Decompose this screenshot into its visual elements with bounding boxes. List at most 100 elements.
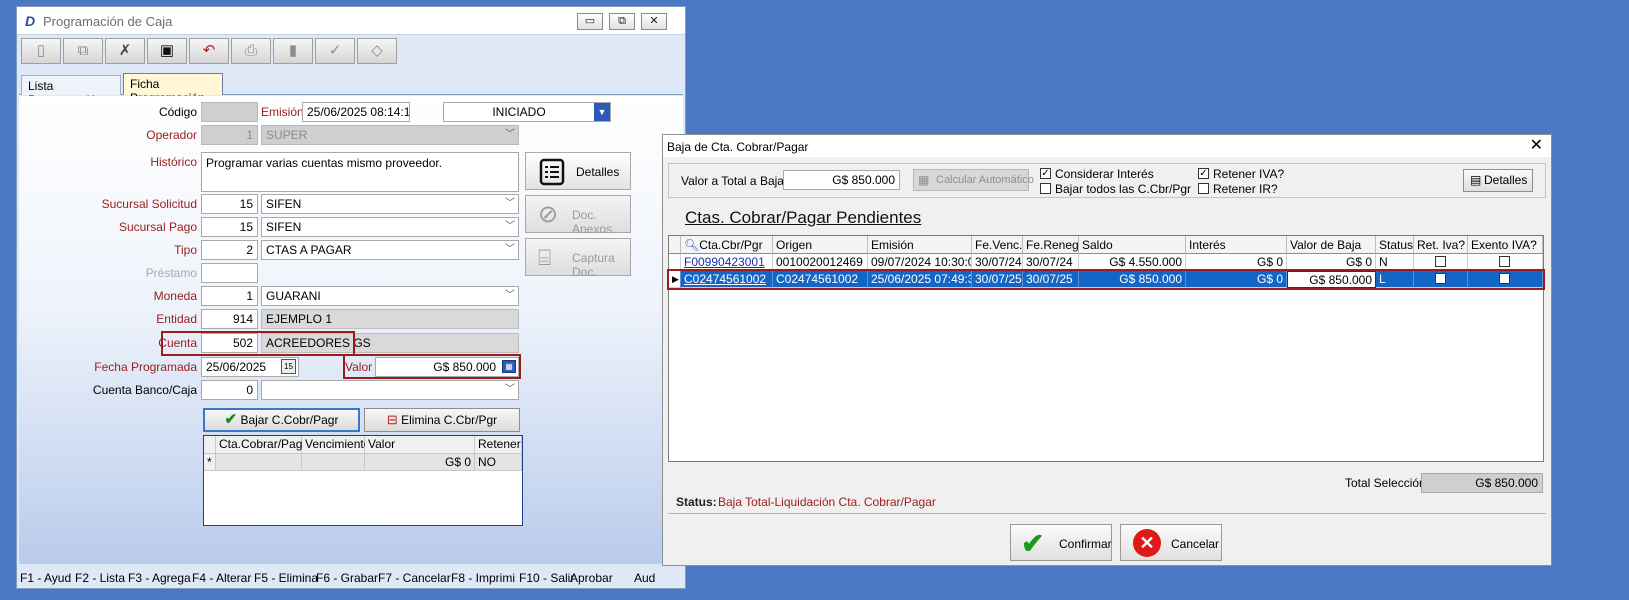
fkey-f3[interactable]: F3 - Agrega bbox=[128, 571, 191, 585]
chevron-down-icon[interactable]: ▼ bbox=[594, 103, 610, 121]
cuenta-banco-select[interactable]: ﹀ bbox=[261, 380, 519, 400]
col-vencimiento[interactable]: Vencimiento bbox=[302, 436, 370, 454]
new-icon[interactable]: ▯ bbox=[21, 38, 61, 64]
doc-anexos-button[interactable]: ⊘ Doc. Anexos bbox=[525, 195, 631, 236]
operador-name-select[interactable]: SUPER ﹀ bbox=[261, 125, 519, 145]
detalles-dialog-button[interactable]: ▤ Detalles bbox=[1463, 169, 1533, 192]
col-ret-iva[interactable]: Ret. Iva? bbox=[1414, 236, 1468, 254]
detalles-button[interactable]: Detalles bbox=[525, 152, 631, 190]
prestamo-field[interactable] bbox=[201, 263, 258, 283]
estado-select[interactable]: INICIADO ▼ bbox=[443, 102, 611, 122]
fkey-f2[interactable]: F2 - Lista bbox=[75, 571, 125, 585]
close-button[interactable]: ✕ bbox=[641, 13, 667, 30]
bajar-button[interactable]: ✔ Bajar C.Cobr/Pagr bbox=[203, 408, 360, 432]
sucursal-solicitud-select[interactable]: SIFEN ﹀ bbox=[261, 194, 519, 214]
col-valor[interactable]: Valor bbox=[365, 436, 475, 454]
calendar-icon[interactable]: 15 bbox=[281, 359, 296, 374]
restore-button[interactable]: ⧉ bbox=[609, 13, 635, 30]
moneda-select[interactable]: GUARANI ﹀ bbox=[261, 286, 519, 306]
bajar-label: Bajar C.Cobr/Pagr bbox=[240, 413, 339, 427]
undo-icon[interactable]: ↶ bbox=[189, 38, 229, 64]
pendientes-grid: 🔍︎Cta.Cbr/Pgr Origen Emisión Fe.Venc. Fe… bbox=[667, 235, 1545, 462]
confirmar-button[interactable]: ✔ Confirmar bbox=[1010, 524, 1112, 561]
sucursal-pago-label: Sucursal Pago bbox=[118, 220, 197, 234]
cuenta-highlight bbox=[161, 331, 355, 356]
col-emision[interactable]: Emisión bbox=[868, 236, 972, 254]
col-cta[interactable]: Cta.Cobrar/Pagar bbox=[216, 436, 313, 454]
fkey-f6[interactable]: F6 - Grabar bbox=[316, 571, 378, 585]
fkey-f10[interactable]: F10 - Salir bbox=[519, 571, 574, 585]
captura-doc-label: Captura Doc. bbox=[572, 251, 615, 279]
exento-iva-checkbox[interactable] bbox=[1499, 256, 1510, 267]
sucursal-pago-id[interactable]: 15 bbox=[201, 217, 258, 237]
cuenta-banco-id[interactable]: 0 bbox=[201, 380, 258, 400]
print-icon[interactable]: ⎙ bbox=[231, 38, 271, 64]
col-fe-venc[interactable]: Fe.Venc. bbox=[972, 236, 1023, 254]
window-titlebar[interactable]: D Programación de Caja ▭ ⧉ ✕ bbox=[17, 7, 685, 35]
sucursal-pago-select[interactable]: SIFEN ﹀ bbox=[261, 217, 519, 237]
valor-total-field[interactable]: G$ 850.000 bbox=[783, 170, 900, 190]
entidad-name: EJEMPLO 1 bbox=[261, 309, 519, 329]
estado-value: INICIADO bbox=[492, 105, 546, 119]
bajar-todos-checkbox[interactable] bbox=[1040, 183, 1051, 194]
options-panel: Valor a Total a Bajar G$ 850.000 ▦ Calcu… bbox=[668, 163, 1546, 198]
new-row-valor[interactable]: G$ 0 bbox=[365, 454, 475, 471]
codigo-field[interactable] bbox=[201, 102, 258, 122]
fkey-f7[interactable]: F7 - Cancelar bbox=[378, 571, 451, 585]
tab-ficha-programacion[interactable]: Ficha Programación bbox=[123, 73, 223, 105]
new-row-retener[interactable]: NO bbox=[475, 454, 522, 471]
ret-iva-checkbox[interactable] bbox=[1435, 256, 1446, 267]
clear-icon[interactable]: ◇ bbox=[357, 38, 397, 64]
save-icon[interactable]: ▣ bbox=[147, 38, 187, 64]
fkey-aprobar[interactable]: Aprobar bbox=[570, 571, 613, 585]
chevron-down-icon: ﹀ bbox=[505, 221, 515, 232]
export-icon[interactable]: ▮ bbox=[273, 38, 313, 64]
emision-field[interactable]: 25/06/2025 08:14:18 bbox=[302, 102, 410, 122]
bajar-todos-label: Bajar todos las C.Cbr/Pgr bbox=[1055, 182, 1192, 196]
fecha-programada-field[interactable]: 25/06/2025 15 bbox=[201, 357, 299, 377]
historico-textarea[interactable]: Programar varias cuentas mismo proveedor… bbox=[201, 152, 519, 192]
operador-name: SUPER bbox=[266, 128, 308, 142]
operador-id-field[interactable]: 1 bbox=[201, 125, 258, 145]
copy-icon[interactable]: ⧉ bbox=[63, 38, 103, 64]
chevron-down-icon: ﹀ bbox=[505, 290, 515, 301]
close-icon[interactable]: ✕ bbox=[1530, 135, 1543, 155]
doc-anexos-label: Doc. Anexos bbox=[572, 208, 613, 236]
fkey-aud[interactable]: Aud bbox=[634, 571, 655, 585]
moneda-id[interactable]: 1 bbox=[201, 286, 258, 306]
considerar-interes-checkbox[interactable]: ✓ bbox=[1040, 168, 1051, 179]
fkey-f1[interactable]: F1 - Ayud bbox=[20, 571, 71, 585]
tipo-select[interactable]: CTAS A PAGAR ﹀ bbox=[261, 240, 519, 260]
col-interes[interactable]: Interés bbox=[1186, 236, 1287, 254]
delete-icon[interactable]: ✗ bbox=[105, 38, 145, 64]
confirm-icon[interactable]: ✓ bbox=[315, 38, 355, 64]
fkey-f8[interactable]: F8 - Imprimi bbox=[451, 571, 515, 585]
col-valor-baja[interactable]: Valor de Baja bbox=[1287, 236, 1376, 254]
col-origen[interactable]: Origen bbox=[773, 236, 868, 254]
col-exento-iva[interactable]: Exento IVA? bbox=[1468, 236, 1543, 254]
col-saldo[interactable]: Saldo bbox=[1079, 236, 1186, 254]
col-fe-reneg[interactable]: Fe.Reneg. bbox=[1023, 236, 1079, 254]
calcular-button[interactable]: ▦ Calcular Automático bbox=[913, 169, 1034, 191]
retener-iva-checkbox[interactable]: ✓ bbox=[1198, 168, 1209, 179]
col-status[interactable]: Status bbox=[1376, 236, 1414, 254]
dialog-titlebar[interactable]: Baja de Cta. Cobrar/Pagar ✕ bbox=[663, 135, 1551, 157]
fkey-f5[interactable]: F5 - Elimina bbox=[254, 571, 318, 585]
tab-lista-programacion[interactable]: Lista Programación bbox=[21, 75, 121, 107]
entidad-id[interactable]: 914 bbox=[201, 309, 258, 329]
col-retener[interactable]: Retener bbox=[475, 436, 522, 454]
col-cta[interactable]: 🔍︎Cta.Cbr/Pgr bbox=[681, 236, 773, 254]
sucursal-solicitud-id[interactable]: 15 bbox=[201, 194, 258, 214]
new-row-cta[interactable] bbox=[216, 454, 302, 471]
retener-ir-checkbox[interactable] bbox=[1198, 183, 1209, 194]
new-row-venc[interactable] bbox=[302, 454, 365, 471]
window-title: Programación de Caja bbox=[43, 14, 173, 29]
elimina-button[interactable]: ⊟ Elimina C.Cbr/Pgr bbox=[364, 408, 520, 432]
cuenta-banco-label: Cuenta Banco/Caja bbox=[92, 383, 197, 397]
search-icon: 🔍︎ bbox=[684, 238, 700, 252]
cancelar-button[interactable]: ✕ Cancelar bbox=[1120, 524, 1222, 561]
minimize-button[interactable]: ▭ bbox=[577, 13, 603, 30]
fkey-f4[interactable]: F4 - Alterar bbox=[192, 571, 251, 585]
tipo-id[interactable]: 2 bbox=[201, 240, 258, 260]
captura-doc-button[interactable]: ⌸ Captura Doc. bbox=[525, 238, 631, 279]
